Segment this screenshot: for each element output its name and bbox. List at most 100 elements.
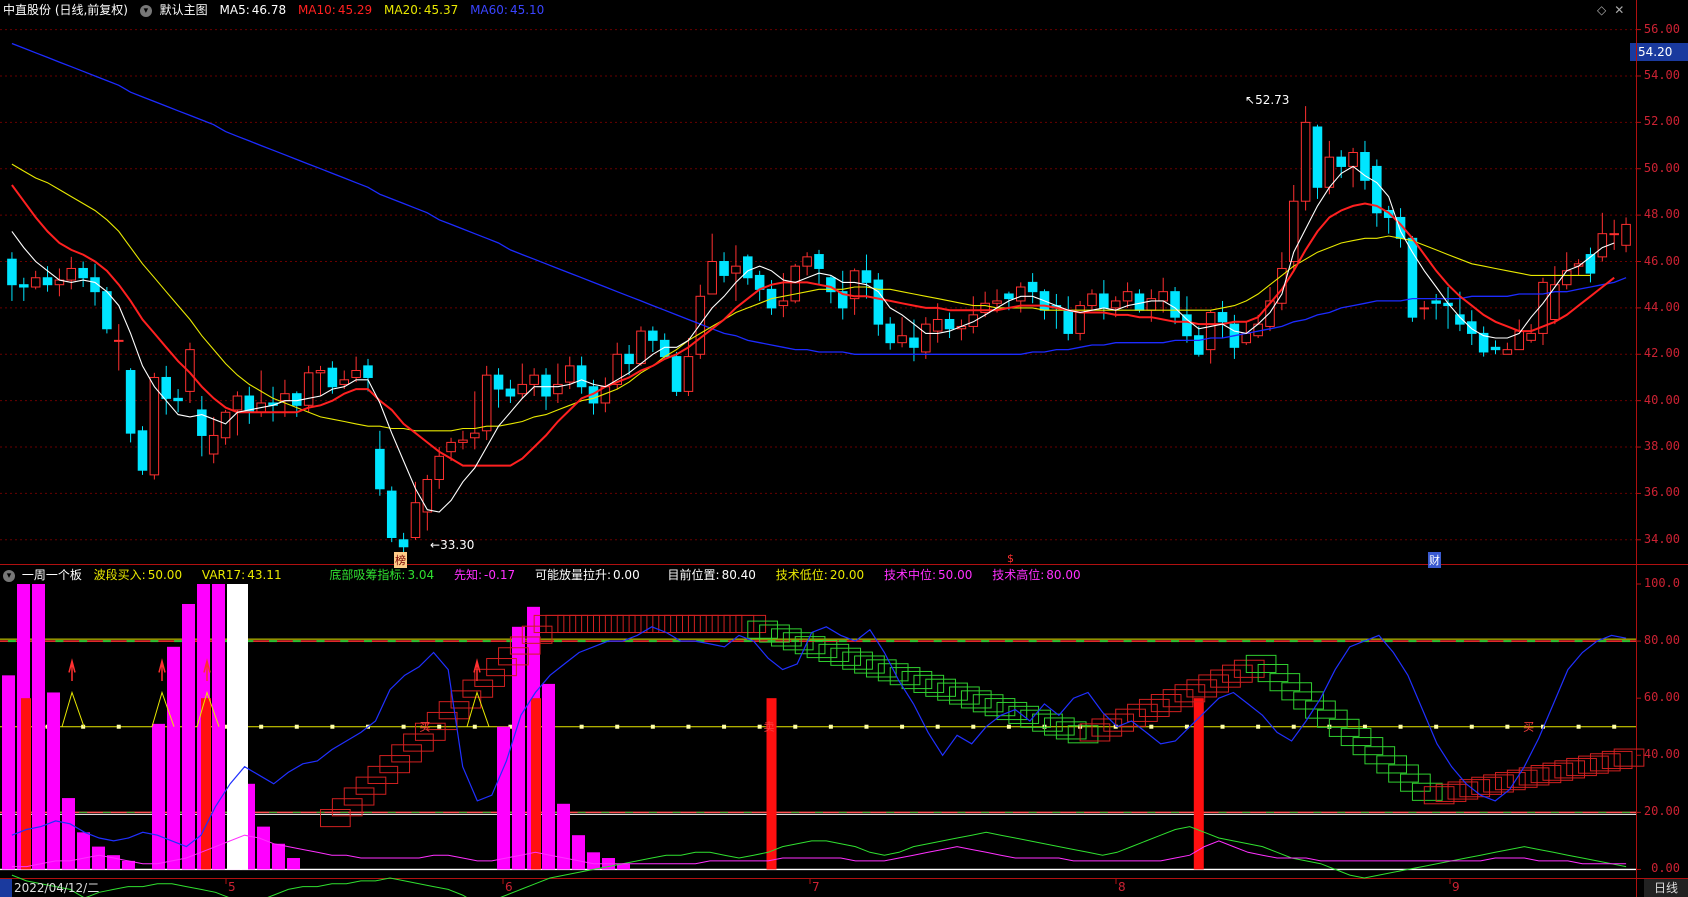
candle-body: [1336, 156, 1346, 167]
month-label: 8: [1118, 880, 1126, 894]
falling-ladder-box-2: [1245, 654, 1277, 673]
candle-body: [1122, 291, 1133, 302]
candle-body: [161, 376, 171, 399]
falling-ladder-box: [830, 647, 862, 666]
candle-body: [1419, 307, 1430, 310]
chart-canvas[interactable]: 买卖买: [0, 0, 1688, 897]
top-ladder-box: [723, 614, 755, 634]
falling-ladder-box-2: [1340, 727, 1372, 747]
candle-body: [208, 434, 219, 455]
volume-bar: [2, 675, 15, 870]
top-ladder-box: [664, 614, 695, 634]
dollar-mark[interactable]: $: [1007, 552, 1014, 565]
rising-ladder-box-2: [1115, 708, 1146, 727]
rank-mark[interactable]: 榜: [394, 552, 407, 568]
price-tick-label: 40.00: [1643, 392, 1680, 407]
candle-body: [363, 365, 373, 378]
high-value: 52.73: [1255, 93, 1290, 107]
candle-body: [541, 374, 551, 397]
candle-body: [232, 395, 243, 411]
falling-ladder-box: [1008, 705, 1040, 724]
candle-body: [339, 379, 350, 385]
indicator-tick-label: 80.00: [1643, 633, 1680, 648]
period-button[interactable]: 日线: [1644, 879, 1688, 897]
indicator-tick-label: 60.00: [1643, 690, 1680, 705]
price-tick-label: 42.00: [1643, 346, 1680, 361]
candle-body: [1490, 346, 1501, 351]
rising-ladder-box-2: [1198, 674, 1229, 693]
chart-window: 中直股份 (日线,前复权) ▾ 默认主图 MA5: 46.78 MA10: 45.2…: [0, 0, 1688, 897]
level-50-dot: [294, 724, 299, 729]
candle-body: [671, 356, 682, 392]
candle-body: [1063, 309, 1074, 334]
candle-body: [861, 270, 872, 283]
high-annotation: ↖52.73: [1245, 93, 1290, 107]
level-50-dot: [1256, 724, 1261, 729]
rising-ladder-box: [331, 798, 363, 817]
level-50-dot: [1505, 724, 1510, 729]
candle-body: [386, 490, 397, 538]
level-50-dot: [615, 724, 620, 729]
level-50-dot: [1220, 724, 1225, 729]
price-tick-label: 44.00: [1643, 299, 1680, 314]
level-50-dot: [722, 724, 727, 729]
price-tick-label: 52.00: [1643, 114, 1680, 129]
peak-bar: [227, 584, 248, 870]
candle-body: [529, 374, 539, 385]
candle-body: [1312, 126, 1323, 188]
candle-body: [1502, 349, 1513, 355]
candle-body: [292, 393, 302, 406]
candle-body: [790, 265, 801, 302]
candle-body: [897, 335, 907, 344]
candle-body: [422, 479, 433, 513]
candle-body: [1241, 332, 1252, 344]
indicator-tick-label: 40.00: [1643, 747, 1680, 762]
volume-bar: [62, 798, 75, 870]
top-ladder-box: [676, 614, 707, 634]
level-50-dot: [686, 724, 691, 729]
candle-body: [19, 284, 29, 288]
rising-ladder-box-2: [1186, 679, 1218, 698]
level-50-dot: [116, 724, 121, 729]
month-label: 5: [228, 880, 236, 894]
falling-ladder-box-2: [1352, 737, 1384, 756]
top-ladder-box: [687, 614, 719, 634]
rising-ladder-box-2: [1162, 689, 1194, 708]
candle-body: [648, 330, 658, 341]
level-50-dot: [1398, 724, 1403, 729]
signal-label: 卖: [764, 721, 775, 734]
candle-body: [470, 432, 480, 439]
axis-divider: [1636, 0, 1637, 897]
top-ladder-box: [699, 614, 731, 634]
candle-body: [66, 267, 77, 281]
candle-body: [303, 372, 314, 406]
price-tick-label: 36.00: [1643, 485, 1680, 500]
falling-ladder-box: [889, 667, 921, 686]
candle-body: [137, 430, 148, 471]
volume-bar: [587, 852, 600, 870]
falling-ladder-box: [913, 674, 945, 693]
finance-mark[interactable]: 财: [1428, 552, 1441, 568]
falling-ladder-box-2: [1388, 764, 1419, 783]
level-50-dot: [1291, 724, 1296, 729]
level-50-dot: [1149, 724, 1154, 729]
rising-ladder-box-2: [1210, 669, 1241, 688]
candle-body: [1526, 332, 1536, 341]
falling-ladder-box-2: [1281, 682, 1313, 701]
candle-body: [1431, 300, 1441, 304]
rising-ladder-box-2: [1150, 694, 1182, 713]
candle-body: [802, 256, 812, 267]
falling-ladder-box: [854, 655, 885, 674]
falling-ladder-box: [1032, 713, 1063, 732]
falling-ladder-box: [984, 698, 1016, 717]
candle-body: [1621, 223, 1631, 246]
volume-bar: [287, 858, 300, 870]
candle-body: [375, 448, 385, 490]
falling-ladder-box: [771, 628, 802, 647]
volume-bar: [272, 843, 285, 870]
month-label: 9: [1452, 880, 1460, 894]
level-50-dot: [864, 724, 869, 729]
candle-body: [1015, 286, 1026, 302]
falling-ladder-box: [865, 659, 897, 678]
signal-label: 买: [1523, 721, 1534, 734]
